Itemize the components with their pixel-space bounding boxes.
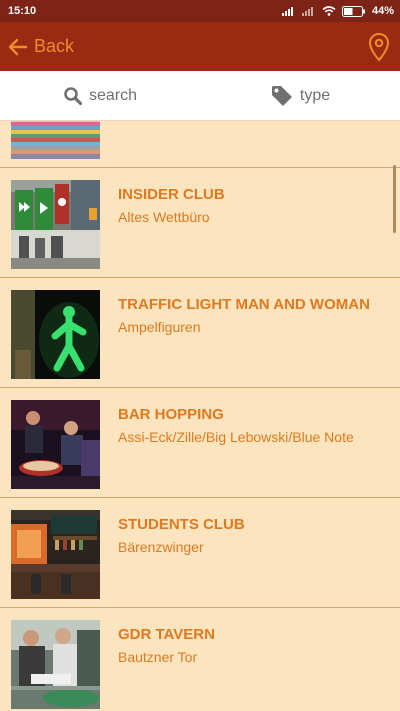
list-item-image (11, 121, 100, 159)
search-icon (63, 86, 83, 106)
list-item-subtitle: Bärenzwinger (118, 539, 204, 555)
list-item-title: BAR HOPPING (118, 406, 224, 423)
list-item-title: STUDENTS CLUB (118, 516, 245, 533)
list-item-image (11, 290, 100, 379)
status-icons: 44% (281, 5, 394, 17)
filter-bar: search type (0, 71, 400, 121)
battery-level: 44% (371, 5, 394, 17)
list-item-subtitle: Assi-Eck/Zille/Big Lebowski/Blue Note (118, 429, 354, 445)
tag-icon (270, 84, 294, 108)
list-item-bar-hopping[interactable]: BAR HOPPING Assi-Eck/Zille/Big Lebowski/… (0, 388, 400, 498)
list-item-subtitle: Ampelfiguren (118, 319, 201, 335)
list-item-image (11, 510, 100, 599)
list-item-image (11, 180, 100, 269)
status-bar: 15:10 44% (0, 0, 400, 22)
list-item-title: TRAFFIC LIGHT MAN AND WOMAN (118, 296, 370, 313)
places-list[interactable]: INSIDER CLUB Altes Wettbüro TRAFFIC LIGH… (0, 121, 400, 711)
list-item-partial[interactable] (0, 121, 400, 168)
list-item-title: INSIDER CLUB (118, 186, 225, 203)
map-button[interactable] (368, 32, 390, 62)
list-item-students-club[interactable]: STUDENTS CLUB Bärenzwinger (0, 498, 400, 608)
signal-icon-2 (301, 6, 316, 16)
location-pin-icon (368, 32, 390, 62)
back-button[interactable]: Back (8, 36, 74, 57)
arrow-left-icon (8, 38, 28, 56)
list-scrollbar[interactable] (393, 165, 396, 233)
back-label: Back (34, 36, 75, 56)
search-filter-label: search (88, 86, 138, 104)
list-item-insider-club[interactable]: INSIDER CLUB Altes Wettbüro (0, 168, 400, 278)
signal-icon (281, 6, 296, 16)
battery-icon (341, 5, 366, 17)
type-filter-button[interactable]: type (200, 71, 400, 120)
type-filter-label: type (299, 86, 331, 104)
list-item-image (11, 620, 100, 709)
list-item-subtitle: Altes Wettbüro (118, 209, 210, 225)
status-time: 15:10 (8, 5, 37, 17)
list-item-title: GDR TAVERN (118, 626, 215, 643)
list-item-traffic-light[interactable]: TRAFFIC LIGHT MAN AND WOMAN Ampelfiguren (0, 278, 400, 388)
app-bar: Back (0, 22, 400, 71)
list-item-gdr-tavern[interactable]: GDR TAVERN Bautzner Tor (0, 608, 400, 711)
list-item-subtitle: Bautzner Tor (118, 649, 198, 665)
search-filter-button[interactable]: search (0, 71, 200, 120)
list-item-image (11, 400, 100, 489)
wifi-icon (322, 6, 336, 16)
